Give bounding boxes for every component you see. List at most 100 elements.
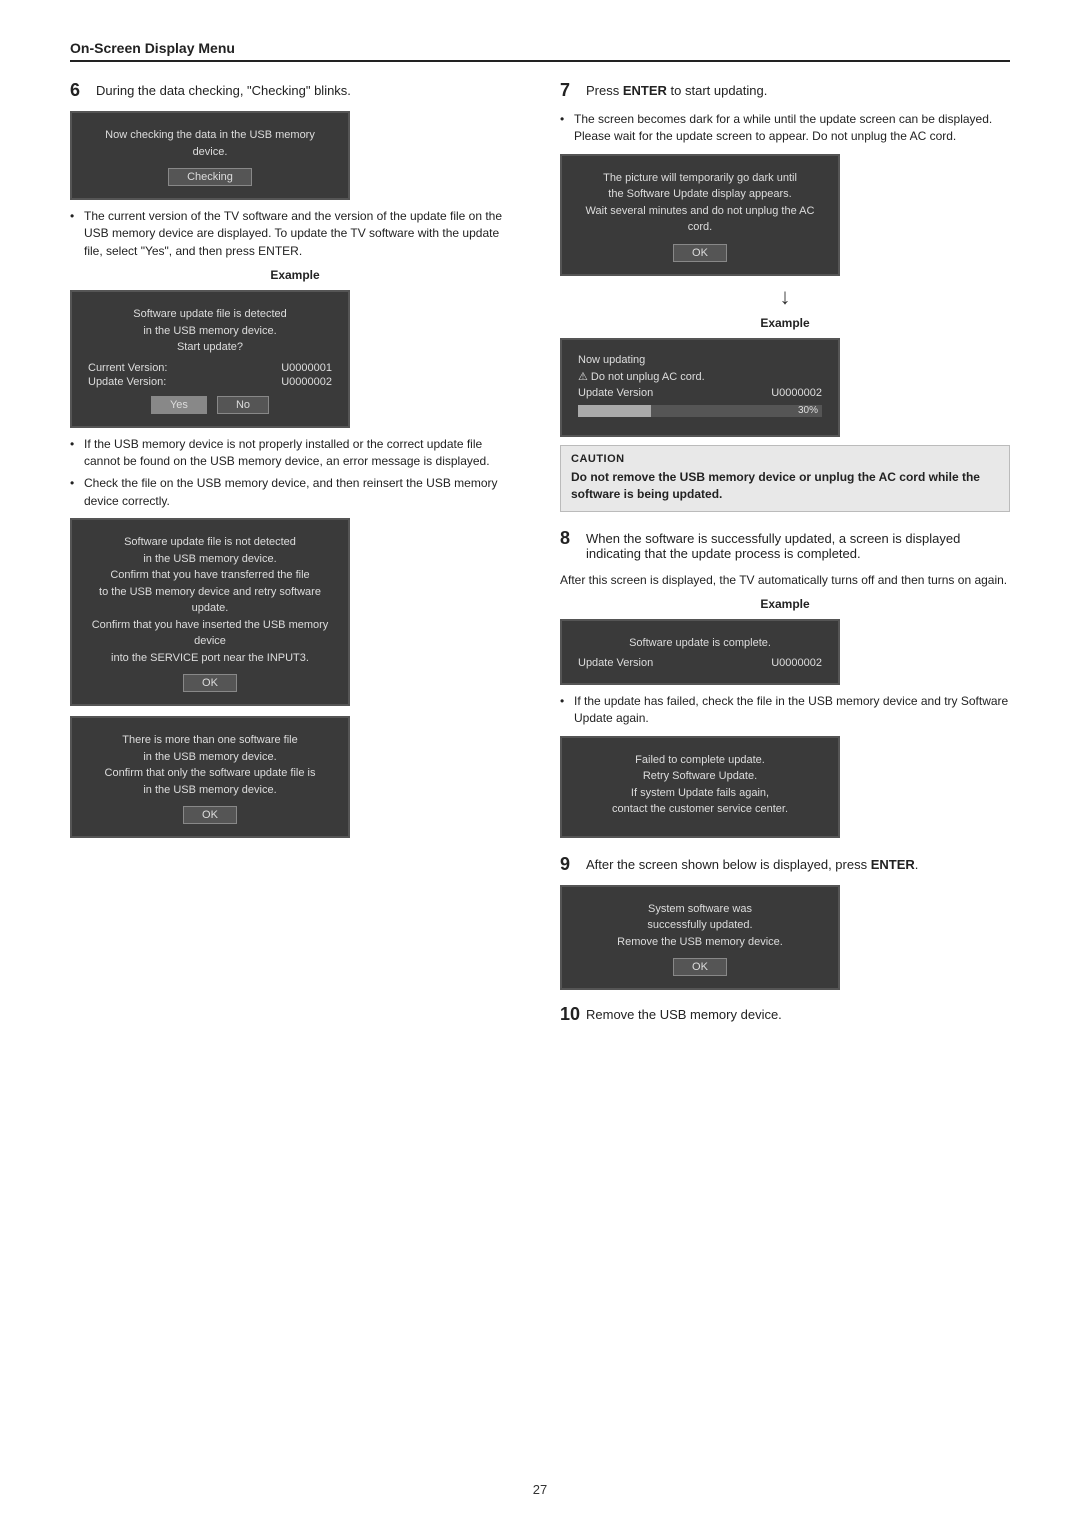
step6-screen1-btn-row: Checking [88, 168, 332, 186]
step6-checking-btn: Checking [168, 168, 252, 186]
step7-screen1-ok-btn: OK [673, 244, 727, 262]
step6-screen4: There is more than one software file in … [70, 716, 350, 838]
step7-caution-title: CAUTION [571, 453, 999, 465]
step7-screen1-line2: the Software Update display appears. [578, 186, 822, 203]
step7-update-version-label: Update Version [578, 387, 653, 399]
section-title: On-Screen Display Menu [70, 40, 1010, 62]
step6-screen3-ok-btn: OK [183, 674, 237, 692]
step6-header: 6 During the data checking, "Checking" b… [70, 80, 520, 101]
step7-text: Press ENTER to start updating. [586, 80, 767, 98]
step7-update-version-val: U0000002 [771, 387, 822, 399]
step9-screen1-line1: System software was [578, 901, 822, 918]
step8-text: When the software is successfully update… [586, 528, 1010, 561]
step6-bullets: The current version of the TV software a… [70, 208, 520, 260]
step6-screen3-line1: Software update file is not detected [88, 534, 332, 551]
step6-screen2-line2: in the USB memory device. [88, 323, 332, 340]
step6-screen4-line3: Confirm that only the software update fi… [88, 765, 332, 782]
step7-warning-text: ⚠ Do not unplug AC cord. [578, 370, 705, 383]
step9-ok-btn: OK [673, 958, 727, 976]
step6-error-bullets: If the USB memory device is not properly… [70, 436, 520, 511]
step8-screen1-row1: Update Version U0000002 [578, 657, 822, 669]
step8-screen1-line1: Software update is complete. [578, 635, 822, 652]
two-col-layout: 6 During the data checking, "Checking" b… [70, 80, 1010, 1035]
step6-update-version-val: U0000002 [281, 376, 332, 388]
step6-screen4-line2: in the USB memory device. [88, 749, 332, 766]
step6-screen4-line1: There is more than one software file [88, 732, 332, 749]
step6-screen3-btn-row: OK [88, 674, 332, 692]
step6-screen2-lines: Software update file is detected in the … [88, 306, 332, 356]
step8-update-version-label: Update Version [578, 657, 653, 669]
step7-screen1-btn-row: OK [578, 244, 822, 262]
step6-screen3-line3: Confirm that you have transferred the fi… [88, 567, 332, 584]
step8-screen2-text: Failed to complete update. Retry Softwar… [578, 752, 822, 818]
step6-screen2-row2: Update Version: U0000002 [88, 376, 332, 388]
step6-screen1-line1: Now checking the data in the USB memory … [88, 127, 332, 160]
step7-screen2-row1: Update Version U0000002 [578, 387, 822, 399]
step8-screen2-line4: contact the customer service center. [578, 801, 822, 818]
step6-screen3-text: Software update file is not detected in … [88, 534, 332, 666]
step8-number: 8 [560, 528, 582, 549]
step6-number: 6 [70, 80, 92, 101]
step6-screen3: Software update file is not detected in … [70, 518, 350, 706]
col-left: 6 During the data checking, "Checking" b… [70, 80, 520, 846]
step6-current-version-label: Current Version: [88, 362, 167, 374]
step6-yes-btn: Yes [151, 396, 207, 414]
step9-screen1-line3: Remove the USB memory device. [578, 934, 822, 951]
step10-header: 10 Remove the USB memory device. [560, 1004, 1010, 1025]
step6-screen4-ok-btn: OK [183, 806, 237, 824]
step9-screen1-btn-row: OK [578, 958, 822, 976]
step6-no-btn: No [217, 396, 269, 414]
step6-bullet1: The current version of the TV software a… [70, 208, 520, 260]
step6-screen3-line5: Confirm that you have inserted the USB m… [88, 617, 332, 650]
step6-screen4-btn-row: OK [88, 806, 332, 824]
step7-example-label: Example [560, 316, 1010, 330]
step6-screen2-row1: Current Version: U0000001 [88, 362, 332, 374]
step6-screen2-line1: Software update file is detected [88, 306, 332, 323]
step7-bullet1: The screen becomes dark for a while unti… [560, 111, 1010, 146]
step7-caution-text: Do not remove the USB memory device or u… [571, 469, 999, 504]
step9-screen1-text: System software was successfully updated… [578, 901, 822, 951]
step7-screen1-line1: The picture will temporarily go dark unt… [578, 170, 822, 187]
step8-screen1: Software update is complete. Update Vers… [560, 619, 840, 686]
step8-screen2-line3: If system Update fails again, [578, 785, 822, 802]
step6-screen1: Now checking the data in the USB memory … [70, 111, 350, 200]
step6-screen2: Software update file is detected in the … [70, 290, 350, 428]
step8-update-version-val: U0000002 [771, 657, 822, 669]
step6-screen4-line4: in the USB memory device. [88, 782, 332, 799]
step7-bullets: The screen becomes dark for a while unti… [560, 111, 1010, 146]
step7-screen1-text: The picture will temporarily go dark unt… [578, 170, 822, 236]
step7-progress-bar-wrap: 30% [578, 405, 822, 417]
page-number: 27 [533, 1482, 547, 1497]
step8-bullets: If the update has failed, check the file… [560, 693, 1010, 728]
step8-bullet1: If the update has failed, check the file… [560, 693, 1010, 728]
step8-desc: After this screen is displayed, the TV a… [560, 571, 1010, 589]
step9-header: 9 After the screen shown below is displa… [560, 854, 1010, 875]
step8-screen2-line2: Retry Software Update. [578, 768, 822, 785]
step6-bullet2: If the USB memory device is not properly… [70, 436, 520, 471]
step7-progress-label: 30% [798, 405, 818, 417]
step8-screen2-line1: Failed to complete update. [578, 752, 822, 769]
page-container: On-Screen Display Menu 6 During the data… [0, 0, 1080, 1527]
step10-number: 10 [560, 1004, 582, 1025]
col-right: 7 Press ENTER to start updating. The scr… [560, 80, 1010, 1035]
step8-example-label: Example [560, 597, 1010, 611]
step7-caution-box: CAUTION Do not remove the USB memory dev… [560, 445, 1010, 512]
step9-screen1-line2: successfully updated. [578, 917, 822, 934]
step10-text: Remove the USB memory device. [586, 1004, 782, 1022]
step8-header: 8 When the software is successfully upda… [560, 528, 1010, 561]
step9-screen1: System software was successfully updated… [560, 885, 840, 991]
step7-screen1: The picture will temporarily go dark unt… [560, 154, 840, 276]
step9-text: After the screen shown below is displaye… [586, 854, 918, 872]
step6-screen4-text: There is more than one software file in … [88, 732, 332, 798]
step6-current-version-val: U0000001 [281, 362, 332, 374]
step6-screen3-line4: to the USB memory device and retry softw… [88, 584, 332, 617]
step8-screen2: Failed to complete update. Retry Softwar… [560, 736, 840, 838]
step7-progress-bar-fill [578, 405, 651, 417]
step7-screen2-line1: Now updating [578, 354, 822, 366]
step6-screen2-btns: Yes No [88, 396, 332, 414]
step6-text: During the data checking, "Checking" bli… [96, 80, 351, 98]
step6-screen2-line3: Start update? [88, 339, 332, 356]
step6-bullet3: Check the file on the USB memory device,… [70, 475, 520, 510]
step6-screen3-line2: in the USB memory device. [88, 551, 332, 568]
step6-screen3-line6: into the SERVICE port near the INPUT3. [88, 650, 332, 667]
